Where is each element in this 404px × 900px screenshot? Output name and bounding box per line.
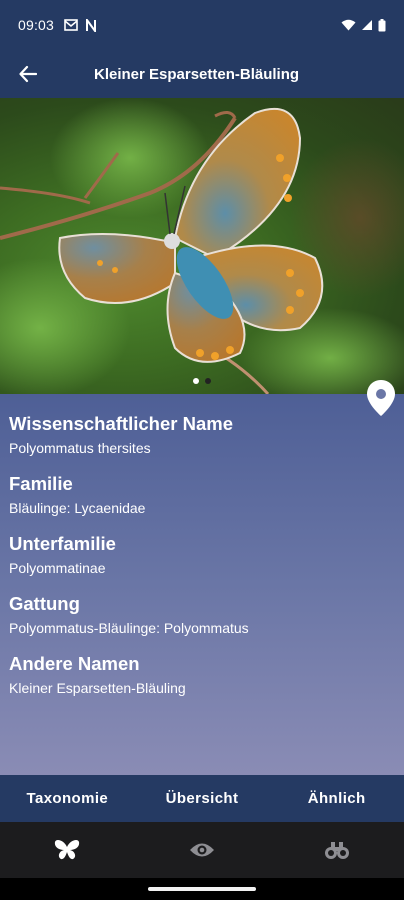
butterfly-photo[interactable] xyxy=(0,98,404,394)
tab-similar[interactable]: Ähnlich xyxy=(269,790,404,807)
location-pin-icon xyxy=(367,380,395,416)
signal-icon xyxy=(362,20,372,30)
tab-taxonomy[interactable]: Taxonomie xyxy=(0,790,135,807)
n-app-icon xyxy=(86,18,97,32)
home-gesture-handle[interactable] xyxy=(148,887,256,891)
bottom-navigation xyxy=(0,822,404,878)
field-label: Gattung xyxy=(9,593,80,614)
mail-icon xyxy=(64,18,78,31)
battery-icon xyxy=(378,18,386,31)
nav-observations[interactable] xyxy=(135,822,270,878)
field-label: Familie xyxy=(9,473,73,494)
taxonomy-details: Wissenschaftlicher Name Polyommatus ther… xyxy=(0,394,404,775)
field-value: Polyommatinae xyxy=(9,560,106,576)
field-other-names: Andere Namen Kleiner Esparsetten-Bläulin… xyxy=(9,652,394,698)
eye-icon xyxy=(190,843,214,857)
page-title: Kleiner Esparsetten-Bläuling xyxy=(94,65,300,83)
back-button[interactable] xyxy=(0,50,56,98)
binoculars-icon xyxy=(324,842,349,859)
system-icons xyxy=(341,18,386,32)
field-scientific-name: Wissenschaftlicher Name Polyommatus ther… xyxy=(9,412,394,458)
app-bar: Kleiner Esparsetten-Bläuling xyxy=(0,50,404,98)
status-bar: 09:03 xyxy=(0,0,404,50)
field-label: Andere Namen xyxy=(9,653,140,674)
arrow-left-icon xyxy=(19,65,37,83)
tab-overview[interactable]: Übersicht xyxy=(135,790,270,807)
gallery-page-indicator xyxy=(193,378,211,384)
wifi-icon xyxy=(341,19,356,31)
gesture-navigation xyxy=(0,878,404,900)
field-family: Familie Bläulinge: Lycaenidae xyxy=(9,472,394,518)
notification-icons xyxy=(64,18,97,32)
field-label: Unterfamilie xyxy=(9,533,116,554)
field-value: Polyommatus thersites xyxy=(9,440,151,456)
gallery-dot-2 xyxy=(205,378,211,384)
gallery-dot-1 xyxy=(193,378,199,384)
tab-bar: Taxonomie Übersicht Ähnlich xyxy=(0,775,404,822)
field-value: Kleiner Esparsetten-Bläuling xyxy=(9,680,186,696)
butterfly-icon xyxy=(55,839,80,860)
nav-explore[interactable] xyxy=(269,822,404,878)
butterfly-image xyxy=(0,98,404,394)
status-time: 09:03 xyxy=(18,17,55,33)
map-pin-button[interactable] xyxy=(366,379,396,417)
nav-butterflies[interactable] xyxy=(0,822,135,878)
field-label: Wissenschaftlicher Name xyxy=(9,413,233,434)
field-value: Polyommatus-Bläulinge: Polyommatus xyxy=(9,620,249,636)
field-value: Bläulinge: Lycaenidae xyxy=(9,500,146,516)
field-subfamily: Unterfamilie Polyommatinae xyxy=(9,532,394,578)
field-genus: Gattung Polyommatus-Bläulinge: Polyommat… xyxy=(9,592,394,638)
